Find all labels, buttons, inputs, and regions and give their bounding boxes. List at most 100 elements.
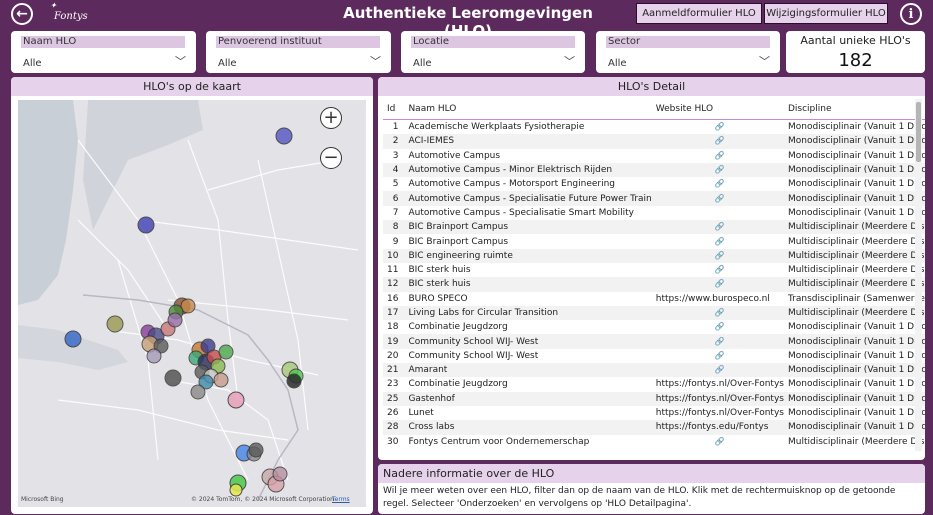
filter-value: Alle	[413, 58, 432, 69]
row-discipline: Multidisciplinair (Meerdere Disciplines)	[783, 305, 925, 321]
row-website[interactable]: 🔗	[651, 363, 784, 378]
header-bar: ← ✦ Fontys Authentieke Leeromgevingen (H…	[0, 0, 933, 40]
row-id: 18	[387, 322, 399, 333]
filter-label: Locatie	[411, 36, 575, 48]
row-website[interactable]: 🔗	[651, 305, 784, 321]
zoom-in-icon[interactable]: +	[320, 107, 342, 129]
row-naam: Fontys Centrum voor Ondernemerschap	[408, 436, 590, 447]
table-scrollbar[interactable]	[915, 99, 922, 451]
table-row[interactable]: 21Amarant🔗Monodisciplinair (Vanuit 1 Dis…	[383, 363, 925, 378]
row-website[interactable]: 🔗	[652, 149, 784, 163]
row-discipline: Multidisciplinair (Meerdere Disciplines)	[783, 248, 925, 263]
table-row[interactable]: 5 Automotive Campus - Motorsport Engineer…	[383, 177, 925, 191]
map-copyright: © 2024 TomTom, © 2024 Microsoft Corporat…	[191, 496, 334, 503]
row-website[interactable]: 🔗	[652, 177, 784, 191]
row-website[interactable]: https://www.burospeco.nl	[652, 292, 784, 306]
table-row[interactable]: 2ACI-IEMES🔗Monodisciplinair (Vanuit 1 Di…	[383, 134, 925, 149]
map-canvas[interactable]: + − Microsoft Bing © 2024 TomTom, © 2024…	[18, 100, 366, 507]
chevron-down-icon[interactable]: ﹀	[175, 53, 186, 69]
row-naam: Automotive Campus	[408, 150, 501, 161]
row-website[interactable]: 🔗	[652, 263, 784, 277]
row-naam: Living Labs for Circular Transition	[404, 305, 652, 321]
table-row[interactable]: 20 Community School WIJ- West 🔗 Monodiscipl…	[383, 349, 925, 363]
row-discipline: Multidisciplinair (Meerdere Disciplines)	[783, 277, 925, 292]
row-website[interactable]: 🔗	[651, 220, 784, 235]
table-row[interactable]: 1 Academische Werkplaats Fysiotherapie 🔗 Mo…	[383, 120, 925, 135]
row-website[interactable]: 🔗	[651, 277, 784, 292]
row-naam: BIC sterk huis	[408, 265, 471, 276]
row-naam: BURO SPECO	[408, 293, 468, 304]
row-website[interactable]: https://fontys.nl/Over-Fontys	[652, 406, 784, 420]
row-website[interactable]: 🔗	[652, 320, 784, 334]
table-row[interactable]: 19 Community School WIJ- West 🔗 Monodiscipl…	[383, 334, 925, 349]
table-row[interactable]: 16 BURO SPECO https://www.burospeco.nl Tran…	[383, 292, 925, 306]
table-row[interactable]: 6 Automotive Campus - Specialisatie Futur…	[383, 191, 925, 206]
row-website[interactable]: 🔗	[651, 334, 784, 349]
row-website[interactable]: 🔗	[651, 162, 784, 178]
row-naam: Cross labs	[404, 420, 652, 435]
row-naam: Combinatie Jeugdzorg	[408, 379, 508, 390]
row-naam: Gastenhof	[404, 391, 652, 406]
table-row[interactable]: 28 Cross labs https://fontys.edu/Fontys Mon…	[383, 420, 925, 435]
row-website[interactable]	[652, 206, 784, 220]
row-website[interactable]: 🔗	[652, 435, 784, 449]
column-header-website[interactable]: Website HLO	[651, 99, 784, 120]
zoom-out-icon[interactable]: −	[320, 147, 342, 169]
table-row[interactable]: 8 BIC Brainport Campus 🔗 Multidisciplinair …	[383, 220, 925, 235]
more-info-title: Nadere informatie over de HLO	[378, 464, 925, 483]
row-id: 26	[387, 408, 399, 419]
aanmeldformulier-button[interactable]: Aanmeldformulier HLO	[636, 3, 762, 24]
row-id: 17	[383, 305, 405, 321]
table-row[interactable]: 30 Fontys Centrum voor Ondernemerschap 🔗 Mu…	[383, 435, 925, 449]
row-website[interactable]: 🔗	[651, 134, 784, 149]
row-website[interactable]: https://fontys.edu/Fontys	[651, 420, 784, 435]
row-website[interactable]: 🔗	[652, 120, 784, 135]
table-row[interactable]: 12 BIC sterk huis 🔗 Multidisciplinair (Meer…	[383, 277, 925, 292]
row-website[interactable]: 🔗	[651, 248, 784, 263]
row-id: 28	[383, 420, 405, 435]
table-row[interactable]: 7 Automotive Campus - Specialisatie Smart…	[383, 206, 925, 220]
filter-sector[interactable]: Sector Alle ﹀	[596, 31, 780, 73]
row-website[interactable]: 🔗	[652, 349, 784, 363]
column-header-id[interactable]: Id	[383, 99, 405, 120]
table-row[interactable]: 10 BIC engineering ruimte 🔗 Multidisciplina…	[383, 248, 925, 263]
row-naam: Automotive Campus - Motorsport Engineeri…	[408, 179, 616, 190]
row-website[interactable]: https://fontys.nl/Over-Fontys	[652, 377, 784, 391]
table-row[interactable]: 4 Automotive Campus - Minor Elektrisch Ri…	[383, 162, 925, 178]
map-terms-link[interactable]: Terms	[332, 496, 350, 503]
chevron-down-icon[interactable]: ﹀	[759, 53, 770, 69]
column-header-discipline[interactable]: Discipline	[783, 99, 925, 120]
column-header-naam[interactable]: Naam HLO	[404, 99, 652, 120]
table-row[interactable]: 23 Combinatie Jeugdzorg https://fontys.nl/…	[383, 377, 925, 391]
table-header-row: Id Naam HLO Website HLO Discipline	[383, 99, 925, 120]
row-id: 3	[392, 150, 399, 161]
table-row[interactable]: 11 BIC sterk huis 🔗 Multidisciplinair (Meer…	[383, 263, 925, 277]
table-row[interactable]: 17 Living Labs for Circular Transition 🔗 Mu…	[383, 305, 925, 321]
info-icon[interactable]: i	[900, 3, 922, 25]
logo-text: Fontys	[54, 11, 88, 22]
table-row[interactable]: 3 Automotive Campus 🔗 Monodisciplinair (Van…	[383, 149, 925, 163]
scrollbar-thumb[interactable]	[916, 102, 921, 162]
wijzigingsformulier-button[interactable]: Wijzigingsformulier HLO	[764, 3, 888, 24]
back-arrow-icon[interactable]: ←	[11, 3, 33, 25]
chevron-down-icon[interactable]: ﹀	[564, 53, 575, 69]
row-website[interactable]: https://fontys.nl/Over-Fontys	[651, 391, 784, 406]
table-row[interactable]: 9 BIC Brainport Campus 🔗 Multidisciplinair …	[383, 234, 925, 248]
row-discipline: Monodisciplinair (Vanuit 1 Discipline)	[787, 122, 925, 133]
row-id: 12	[383, 277, 405, 292]
table-row[interactable]: 26 Lunet https://fontys.nl/Over-Fontys Mono…	[383, 406, 925, 420]
chevron-down-icon[interactable]: ﹀	[370, 53, 381, 69]
row-id: 10	[383, 248, 405, 263]
row-website[interactable]: 🔗	[652, 234, 784, 248]
filter-penvoerend-instituut[interactable]: Penvoerend instituut Alle ﹀	[206, 31, 391, 73]
row-discipline: Monodisciplinair (Vanuit 1 Discipline)	[787, 150, 925, 161]
row-id: 9	[392, 236, 399, 247]
row-website[interactable]: 🔗	[651, 191, 784, 206]
row-naam: BIC sterk huis	[404, 277, 652, 292]
filter-locatie[interactable]: Locatie Alle ﹀	[401, 31, 585, 73]
filter-naam-hlo[interactable]: Naam HLO Alle ﹀	[11, 31, 196, 73]
row-naam: BIC engineering ruimte	[404, 248, 652, 263]
row-id: 7	[392, 207, 399, 218]
table-row[interactable]: 25 Gastenhof https://fontys.nl/Over-Fontys…	[383, 391, 925, 406]
table-row[interactable]: 18 Combinatie Jeugdzorg 🔗 Monodisciplinair …	[383, 320, 925, 334]
